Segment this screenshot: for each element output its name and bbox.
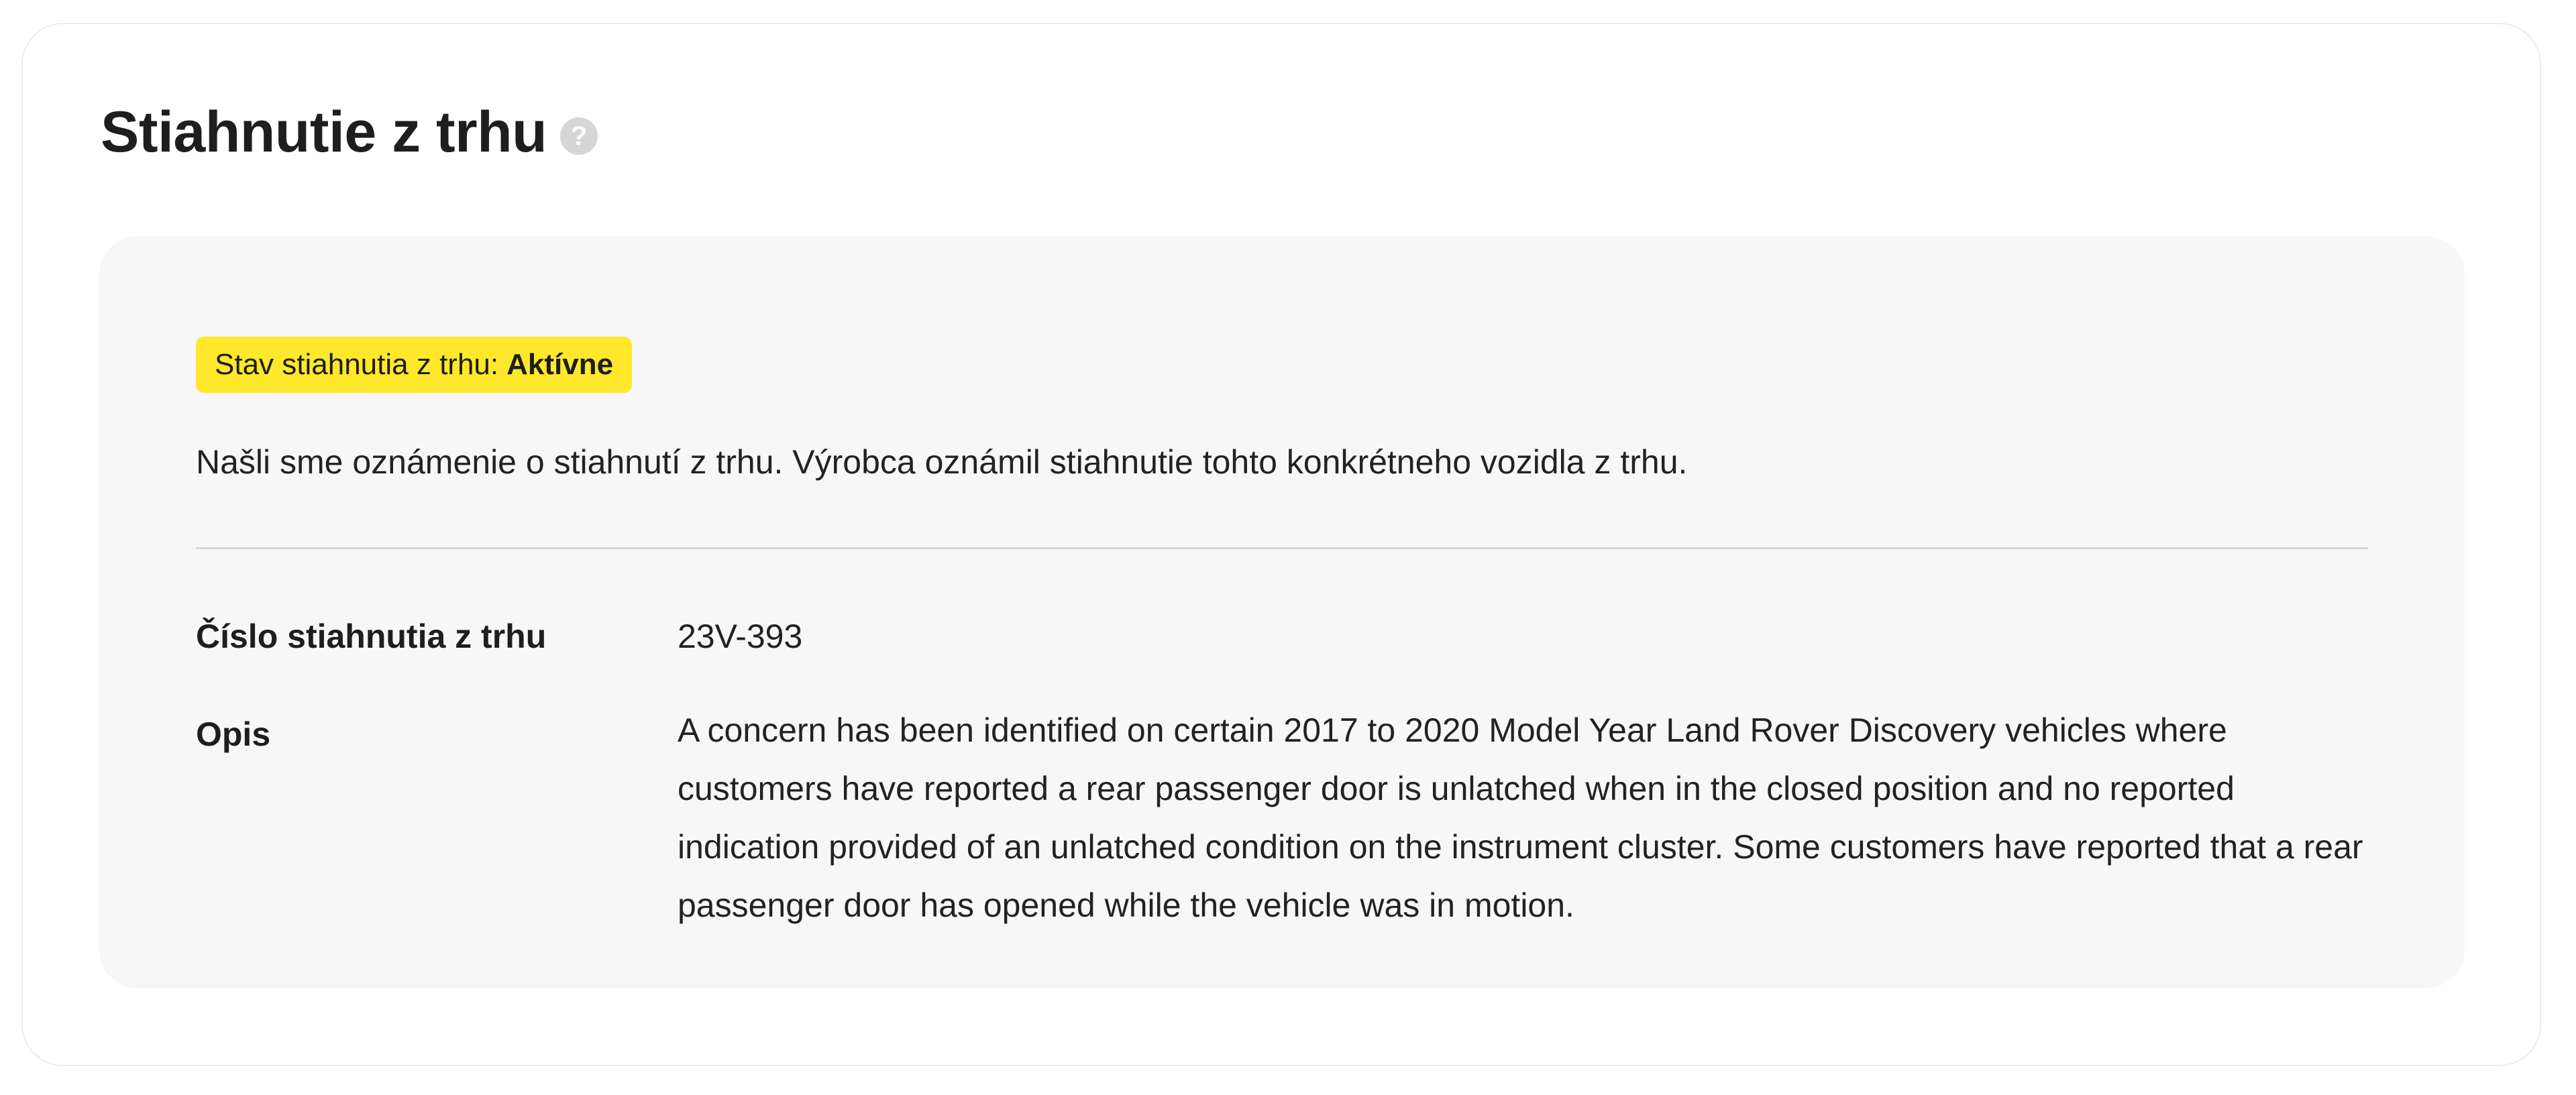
status-value: Aktívne xyxy=(506,348,614,381)
status-label: Stav stiahnutia z trhu: xyxy=(215,348,499,381)
recall-notice: Našli sme oznámenie o stiahnutí z trhu. … xyxy=(196,443,1688,481)
description-label: Opis xyxy=(196,715,271,753)
description-value: A concern has been identified on certain… xyxy=(678,711,2363,924)
divider xyxy=(196,547,2368,549)
recall-panel: Stav stiahnutia z trhu: Aktívne Našli sm… xyxy=(99,236,2465,988)
recall-number-label: Číslo stiahnutia z trhu xyxy=(196,618,547,655)
recall-card: Stiahnutie z trhu ? Stav stiahnutia z tr… xyxy=(21,23,2541,1066)
recall-number-value: 23V-393 xyxy=(678,618,803,655)
question-mark-icon[interactable]: ? xyxy=(560,117,598,155)
status-badge: Stav stiahnutia z trhu: Aktívne xyxy=(196,337,633,393)
page-title: Stiahnutie z trhu xyxy=(101,100,547,164)
title-row: Stiahnutie z trhu ? xyxy=(101,103,598,161)
